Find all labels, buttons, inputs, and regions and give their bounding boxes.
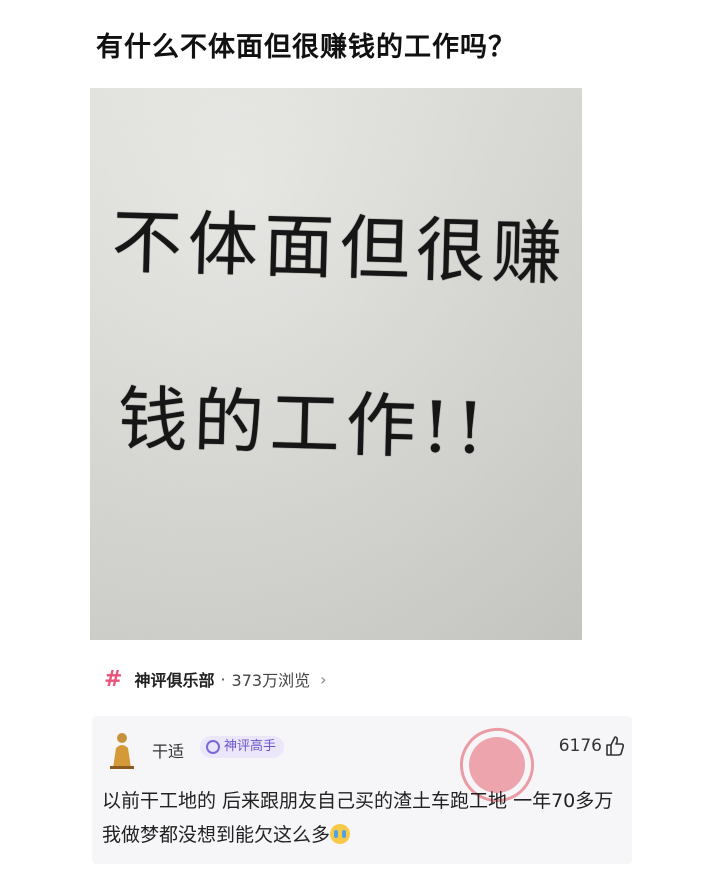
comment-card[interactable]: 干适 神评高手 6176 以前干工地的 后来跟朋友自己买的渣土车跑工地 一年70…	[92, 716, 632, 864]
hash-icon: #	[104, 666, 123, 692]
thumbs-up-icon[interactable]	[606, 736, 624, 756]
post-image[interactable]: 不体面但很赚 钱的工作!!	[90, 88, 582, 640]
handwriting-line-1: 不体面但很赚	[110, 201, 569, 295]
question-title: 有什么不体面但很赚钱的工作吗？	[96, 32, 516, 63]
topic-views: 373万浏览	[231, 671, 311, 690]
crying-emoji-icon	[330, 824, 351, 844]
like-count: 6176	[558, 736, 602, 756]
user-badge: 神评高手	[200, 736, 285, 758]
avatar[interactable]	[106, 730, 138, 770]
username[interactable]: 干适	[152, 738, 184, 762]
badge-icon	[206, 740, 220, 754]
chevron-right-icon: ›	[320, 669, 327, 689]
topic-name: 神评俱乐部	[134, 671, 215, 690]
comment-body: 以前干工地的 后来跟朋友自己买的渣土车跑工地 一年70多万 我做梦都没想到能欠这…	[102, 790, 614, 846]
badge-label: 神评高手	[224, 739, 277, 754]
comment-text: 以前干工地的 后来跟朋友自己买的渣土车跑工地 一年70多万 我做梦都没想到能欠这…	[102, 784, 622, 852]
topic-separator: ·	[220, 669, 226, 689]
topic-link[interactable]: # 神评俱乐部 · 373万浏览 ›	[104, 664, 327, 694]
handwriting-line-2: 钱的工作!!	[116, 378, 492, 470]
